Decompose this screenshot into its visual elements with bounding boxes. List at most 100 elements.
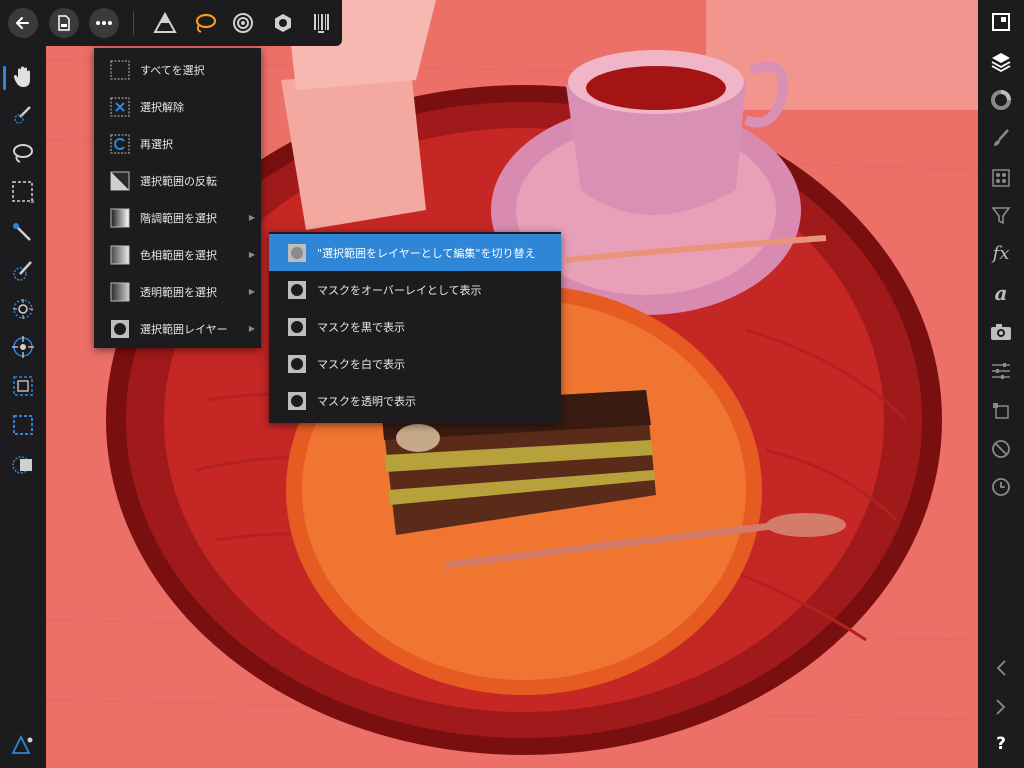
submenu-item-mask-transparent[interactable]: マスクを透明で表示 (269, 382, 561, 419)
stock-button[interactable] (987, 318, 1015, 346)
refine-icon (11, 259, 35, 283)
rect-select-tool[interactable] (8, 371, 38, 401)
funnel-icon (991, 205, 1011, 225)
assistant-icon (12, 735, 34, 755)
rect-select-dashed-icon (11, 413, 35, 437)
color-button[interactable] (987, 86, 1015, 114)
submenu-arrow-icon: ▶ (248, 287, 255, 296)
menu-item-invert-selection[interactable]: 選択範囲の反転 (94, 162, 261, 199)
transform-icon (991, 401, 1011, 421)
document-button[interactable] (49, 8, 79, 38)
transform-button[interactable] (987, 397, 1015, 425)
chevron-left-icon (995, 659, 1007, 677)
tonal-range-icon (110, 208, 130, 228)
menu-item-reselect[interactable]: 再選択 (94, 125, 261, 162)
invert-tool[interactable] (8, 450, 38, 480)
filters-button[interactable] (987, 201, 1015, 229)
submenu-item-toggle-edit-as-layer[interactable]: "選択範囲をレイヤーとして編集"を切り替え (269, 234, 561, 271)
help-button[interactable]: ? (987, 730, 1015, 758)
mask-toggle-icon (287, 243, 307, 263)
color-range-icon (110, 245, 130, 265)
wand-tool[interactable] (8, 218, 38, 248)
invert-icon (11, 453, 35, 477)
brushes-button[interactable] (987, 124, 1015, 152)
menu-item-label: すべてを選択 (140, 63, 205, 77)
select-all-icon (110, 60, 130, 80)
navigator-icon (991, 12, 1011, 32)
more-button[interactable] (89, 8, 119, 38)
collapse-right-button[interactable] (987, 693, 1015, 721)
fx-icon: fx (992, 243, 1010, 264)
node-icon (11, 335, 35, 359)
submenu-item-mask-overlay[interactable]: マスクをオーバーレイとして表示 (269, 271, 561, 308)
menu-item-selection-layer[interactable]: 選択範囲レイヤー ▶ (94, 310, 261, 347)
freehand-selection-icon (11, 142, 35, 164)
channels-button[interactable] (987, 164, 1015, 192)
node-tool[interactable] (8, 332, 38, 362)
submenu-item-label: マスクを透明で表示 (317, 394, 416, 408)
submenu-item-label: "選択範囲をレイヤーとして編集"を切り替え (317, 246, 536, 260)
top-toolbar (0, 0, 342, 46)
photo-persona-button[interactable] (150, 8, 180, 38)
back-button[interactable] (8, 8, 38, 38)
text-styles-button[interactable]: a (987, 279, 1015, 307)
menu-item-deselect[interactable]: 選択解除 (94, 88, 261, 125)
hand-tool-icon (12, 65, 34, 89)
freehand-selection-tool[interactable] (8, 138, 38, 168)
fx-button[interactable]: fx (987, 240, 1015, 268)
assistant-button[interactable] (8, 730, 38, 760)
collapse-left-button[interactable] (987, 654, 1015, 682)
liquify-persona-icon (232, 12, 254, 34)
camera-icon (990, 323, 1012, 341)
submenu-item-mask-white[interactable]: マスクを白で表示 (269, 345, 561, 382)
mask-overlay-icon (287, 280, 307, 300)
toolbar-divider (133, 11, 134, 35)
export-persona-icon (312, 12, 330, 34)
menu-item-transparency-range[interactable]: 透明範囲を選択 ▶ (94, 273, 261, 310)
hand-tool[interactable] (8, 62, 38, 92)
menu-item-select-all[interactable]: すべてを選択 (94, 51, 261, 88)
selection-menu: すべてを選択 選択解除 再選択 選択範囲の反転 階調範囲を選択 ▶ 色相範囲を選… (94, 48, 261, 348)
wand-icon (12, 222, 34, 244)
photo-persona-icon (153, 12, 177, 34)
export-persona-button[interactable] (306, 8, 336, 38)
selection-brush-icon (12, 104, 34, 126)
develop-persona-button[interactable] (268, 8, 298, 38)
radial-icon (11, 297, 35, 321)
selection-persona-button[interactable] (190, 8, 220, 38)
menu-item-color-range[interactable]: 色相範囲を選択 ▶ (94, 236, 261, 273)
adjustments-button[interactable] (987, 357, 1015, 385)
develop-persona-icon (272, 12, 294, 34)
history-button[interactable] (987, 473, 1015, 501)
channels-icon (991, 168, 1011, 188)
rect-select-dashed-tool[interactable] (8, 410, 38, 440)
layers-button[interactable] (987, 48, 1015, 76)
submenu-item-label: マスクを黒で表示 (317, 320, 405, 334)
submenu-item-mask-black[interactable]: マスクを黒で表示 (269, 308, 561, 345)
menu-item-label: 再選択 (140, 137, 173, 151)
submenu-item-label: マスクを白で表示 (317, 357, 405, 371)
transparency-range-icon (110, 282, 130, 302)
marquee-tool[interactable] (8, 177, 38, 207)
color-wheel-icon (991, 90, 1011, 110)
document-icon (57, 15, 71, 31)
submenu-item-label: マスクをオーバーレイとして表示 (317, 283, 482, 297)
clock-icon (991, 477, 1011, 497)
refine-tool[interactable] (8, 256, 38, 286)
submenu-arrow-icon: ▶ (248, 324, 255, 333)
navigator-button[interactable] (987, 8, 1015, 36)
menu-item-label: 選択範囲の反転 (140, 174, 217, 188)
liquify-persona-button[interactable] (228, 8, 258, 38)
rect-select-icon (11, 374, 35, 398)
deselect-icon (110, 97, 130, 117)
menu-item-label: 階調範囲を選択 (140, 211, 217, 225)
layers-icon (990, 51, 1012, 73)
radial-tool[interactable] (8, 294, 38, 324)
selection-brush-tool[interactable] (8, 100, 38, 130)
selection-layer-submenu: "選択範囲をレイヤーとして編集"を切り替え マスクをオーバーレイとして表示 マス… (269, 232, 561, 423)
help-icon: ? (996, 733, 1006, 754)
history-block-button[interactable] (987, 435, 1015, 463)
mask-white-icon (287, 354, 307, 374)
menu-item-tonal-range[interactable]: 階調範囲を選択 ▶ (94, 199, 261, 236)
menu-item-label: 選択解除 (140, 100, 184, 114)
